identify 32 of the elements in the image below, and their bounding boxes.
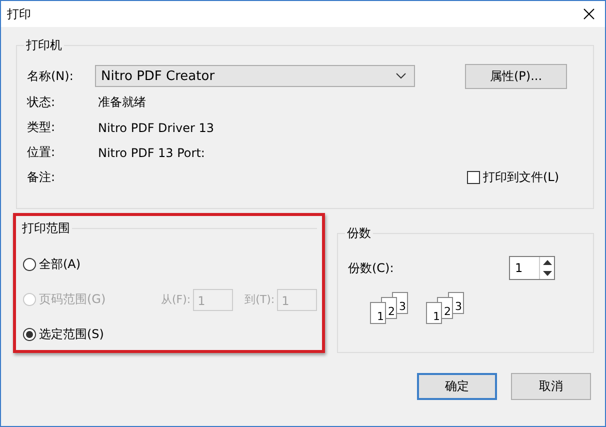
field-label: 状态: bbox=[27, 94, 56, 111]
printer-dropdown[interactable]: Nitro PDF Creator bbox=[95, 65, 415, 87]
field-label: 位置: bbox=[27, 144, 56, 161]
field-value: Nitro PDF Driver 13 bbox=[98, 120, 214, 134]
properties-button[interactable]: 属性(P)... bbox=[465, 64, 567, 88]
print-to-file-checkbox[interactable]: 打印到文件(L) bbox=[467, 169, 560, 186]
up-arrow-icon[interactable] bbox=[542, 260, 552, 265]
field-label: 类型: bbox=[27, 119, 56, 136]
dialog-button[interactable]: 确定 bbox=[417, 373, 497, 400]
group-title: 打印机 bbox=[25, 37, 63, 54]
copies-spinner[interactable]: 1 bbox=[509, 256, 555, 280]
field-value: Nitro PDF 13 Port: bbox=[98, 146, 205, 160]
close-icon[interactable] bbox=[583, 8, 595, 20]
field-value: 准备就绪 bbox=[98, 94, 146, 111]
page-stack-drawing: 1 2 3 bbox=[426, 292, 468, 328]
radio-option[interactable]: 全部(A) bbox=[23, 256, 141, 273]
group-title: 打印范围 bbox=[21, 220, 71, 237]
radio-option[interactable]: 选定范围(S) bbox=[23, 326, 141, 343]
field-label: 份数(C): bbox=[348, 260, 394, 276]
chevron-down-icon bbox=[396, 73, 406, 79]
field-label: 名称(N): bbox=[27, 68, 74, 84]
to-label: 到(T): bbox=[244, 292, 275, 307]
down-arrow-icon[interactable] bbox=[542, 271, 552, 276]
radio-button[interactable] bbox=[23, 328, 36, 341]
checkbox[interactable] bbox=[467, 171, 480, 184]
group-title: 份数 bbox=[346, 225, 372, 242]
radio-button[interactable] bbox=[23, 258, 36, 271]
dialog-button[interactable]: 取消 bbox=[511, 373, 591, 400]
field-label: 备注: bbox=[27, 169, 56, 186]
from-label: 从(F): bbox=[161, 292, 191, 307]
window-title: 打印 bbox=[7, 6, 31, 22]
page-stack-drawing: 1 2 3 bbox=[370, 292, 412, 328]
